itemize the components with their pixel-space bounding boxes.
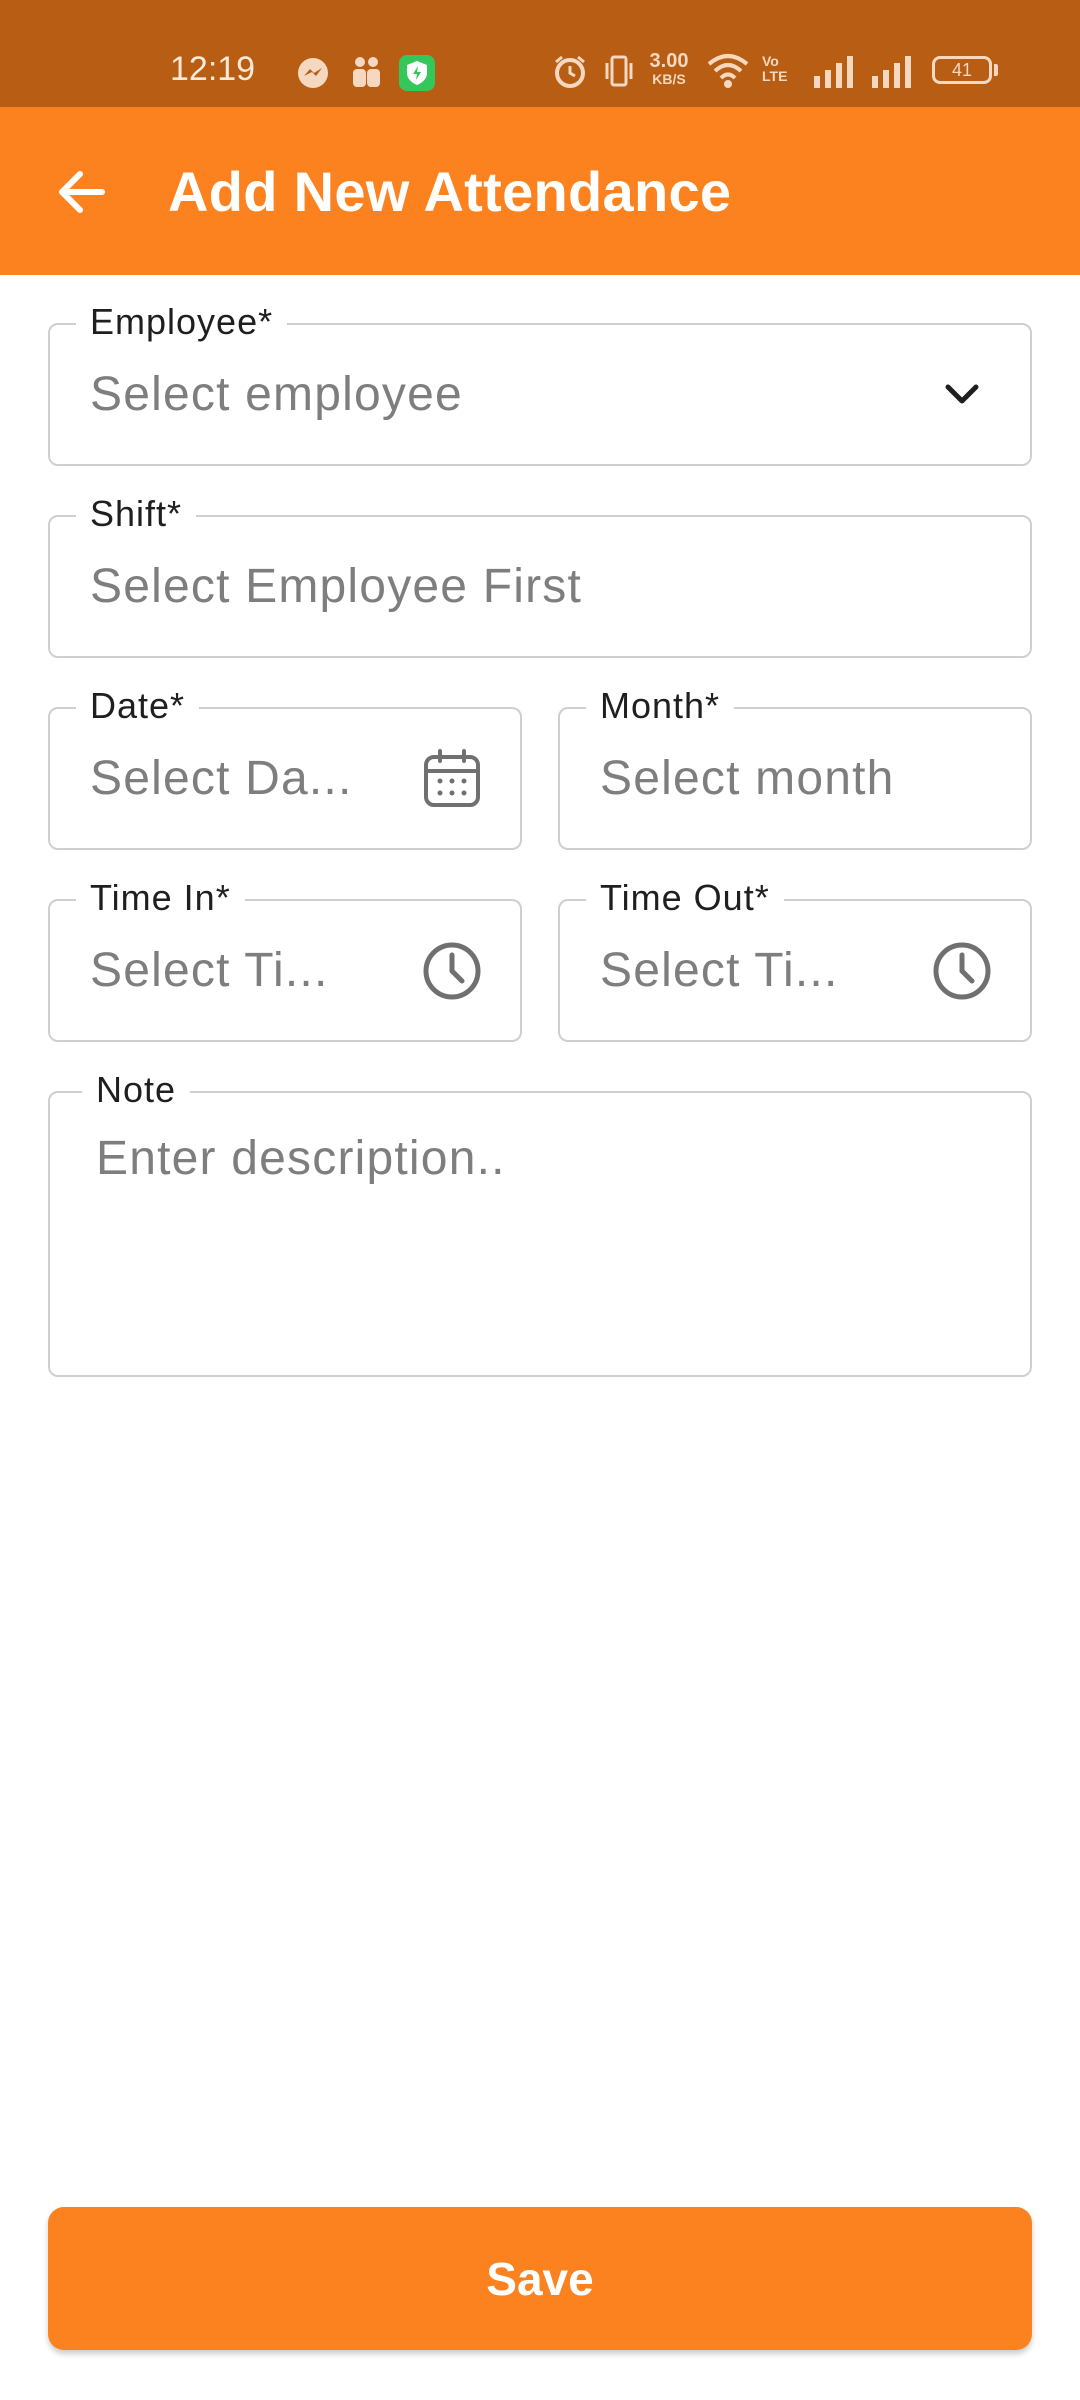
time-in-placeholder: Select Ti... xyxy=(90,944,329,997)
shift-placeholder: Select Employee First xyxy=(90,560,583,613)
messenger-icon xyxy=(298,58,328,88)
signal-sim1-icon xyxy=(814,56,853,88)
chevron-down-icon xyxy=(945,384,979,404)
wifi-icon xyxy=(707,54,749,88)
date-label: Date* xyxy=(76,685,200,727)
alarm-icon xyxy=(555,55,585,88)
volte-indicator: Vo LTE xyxy=(762,53,788,84)
employee-dropdown[interactable]: Employee* Select employee xyxy=(48,301,1032,466)
time-out-field[interactable]: Time Out* Select Ti... xyxy=(558,877,1032,1042)
note-label: Note xyxy=(82,1069,191,1111)
month-field[interactable]: Month* Select month xyxy=(558,685,1032,850)
shift-field[interactable]: Shift* Select Employee First xyxy=(48,493,1032,658)
date-placeholder: Select Da... xyxy=(90,752,353,805)
battery-tip xyxy=(994,64,998,76)
calendar-icon[interactable] xyxy=(420,747,484,811)
shift-label: Shift* xyxy=(76,493,197,535)
status-bar: 12:19 3.00 KB/S Vo LTE 41 xyxy=(0,0,1080,107)
security-shield-icon xyxy=(399,55,435,91)
status-time: 12:19 xyxy=(170,50,256,88)
date-field[interactable]: Date* Select Da... xyxy=(48,685,522,850)
month-placeholder: Select month xyxy=(600,752,895,805)
page-title: Add New Attendance xyxy=(168,160,732,223)
employee-placeholder: Select employee xyxy=(90,368,463,421)
time-out-label: Time Out* xyxy=(586,877,784,919)
network-speed: 3.00 KB/S xyxy=(649,50,689,87)
back-arrow-icon[interactable] xyxy=(52,162,112,222)
note-placeholder: Enter description.. xyxy=(96,1132,506,1185)
time-in-label: Time In* xyxy=(76,877,245,919)
vibrate-icon xyxy=(605,55,633,87)
note-textarea[interactable]: Note Enter description.. xyxy=(48,1069,1032,1377)
signal-sim2-icon xyxy=(872,56,911,88)
month-label: Month* xyxy=(586,685,735,727)
teams-icon xyxy=(353,57,380,87)
battery-indicator: 41 xyxy=(932,56,992,84)
save-button[interactable]: Save xyxy=(48,2207,1032,2350)
time-in-field[interactable]: Time In* Select Ti... xyxy=(48,877,522,1042)
clock-icon[interactable] xyxy=(930,939,994,1003)
employee-label: Employee* xyxy=(76,301,288,343)
app-bar: Add New Attendance xyxy=(0,107,1080,275)
time-out-placeholder: Select Ti... xyxy=(600,944,839,997)
clock-icon[interactable] xyxy=(420,939,484,1003)
